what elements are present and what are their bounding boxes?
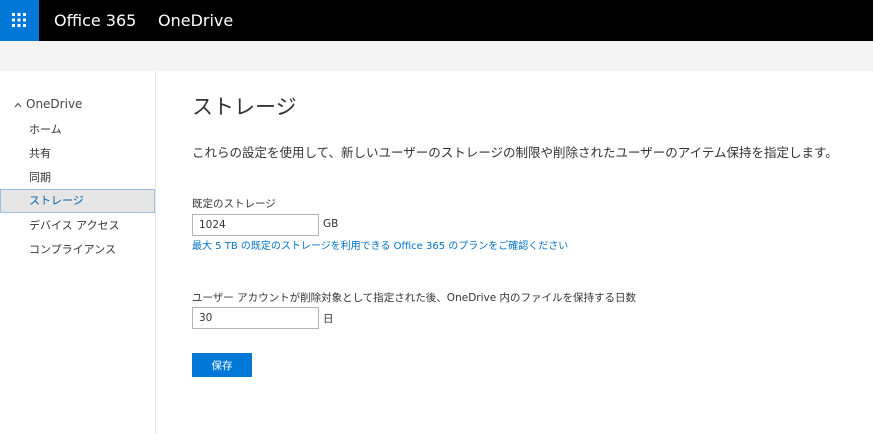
sidebar: OneDrive ホーム 共有 同期 ストレージ デバイス アクセス コンプライ…	[0, 71, 156, 434]
top-bar: Office 365 OneDrive	[0, 0, 873, 41]
sub-header-bar	[0, 41, 873, 71]
sidebar-header-label: OneDrive	[26, 97, 83, 111]
sidebar-item-device-access[interactable]: デバイス アクセス	[0, 214, 155, 238]
sidebar-item-compliance[interactable]: コンプライアンス	[0, 238, 155, 262]
retention-days-input[interactable]	[192, 307, 319, 329]
sidebar-item-sharing[interactable]: 共有	[0, 142, 155, 166]
app-launcher-button[interactable]	[0, 0, 39, 41]
retention-unit: 日	[323, 313, 334, 325]
sidebar-item-sync[interactable]: 同期	[0, 166, 155, 190]
onedrive-app-link[interactable]: OneDrive	[158, 0, 233, 41]
default-storage-input[interactable]	[192, 214, 319, 236]
save-button[interactable]: 保存	[192, 353, 252, 377]
default-storage-unit: GB	[323, 218, 339, 230]
page-title: ストレージ	[192, 95, 297, 119]
plans-link[interactable]: 最大 5 TB の既定のストレージを利用できる Office 365 のプランを…	[192, 237, 568, 252]
sidebar-header-onedrive[interactable]: OneDrive	[14, 97, 82, 111]
main-content: ストレージ これらの設定を使用して、新しいユーザーのストレージの制限や削除された…	[156, 71, 873, 434]
page-description: これらの設定を使用して、新しいユーザーのストレージの制限や削除されたユーザーのア…	[192, 145, 838, 160]
office365-brand-link[interactable]: Office 365	[54, 0, 136, 41]
default-storage-label: 既定のストレージ	[192, 198, 276, 210]
waffle-icon	[12, 13, 26, 27]
retention-label: ユーザー アカウントが削除対象として指定された後、OneDrive 内のファイル…	[192, 292, 637, 304]
sidebar-item-home[interactable]: ホーム	[0, 118, 155, 142]
sidebar-item-storage[interactable]: ストレージ	[0, 189, 155, 213]
chevron-up-icon	[14, 97, 26, 111]
